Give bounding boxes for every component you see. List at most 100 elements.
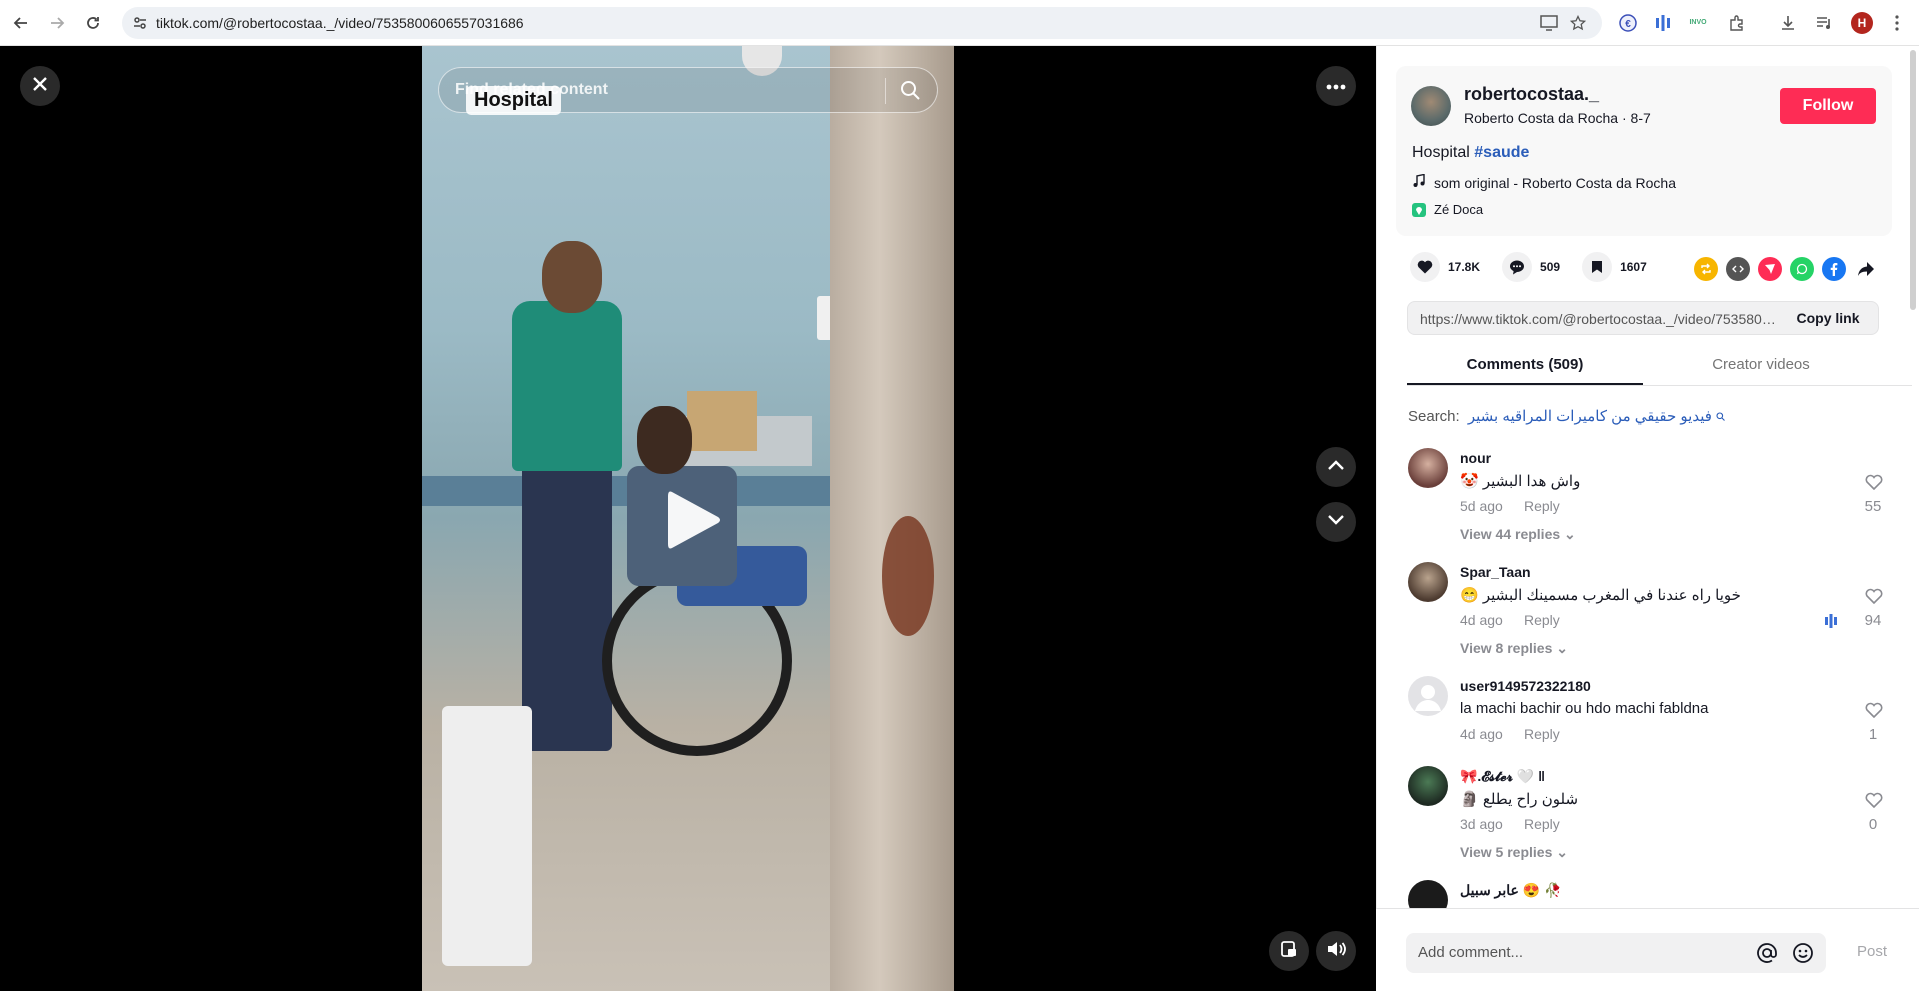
search-small-icon[interactable] — [1716, 408, 1725, 425]
door-stain — [882, 516, 934, 636]
play-icon[interactable] — [664, 488, 722, 557]
view-replies-label[interactable]: View 8 replies — [1460, 640, 1552, 656]
embed-icon[interactable] — [1726, 257, 1750, 281]
suggested-search: Search: فيديو حقيقي من كاميرات المراقيه … — [1408, 407, 1725, 425]
avatar[interactable] — [1408, 448, 1448, 488]
browser-menu-icon[interactable] — [1886, 12, 1908, 34]
avatar[interactable] — [1408, 676, 1448, 716]
next-video-button[interactable] — [1316, 502, 1356, 542]
tab-creator-videos[interactable]: Creator videos — [1643, 356, 1879, 373]
comment-username[interactable]: nour — [1460, 450, 1491, 466]
panel-scrollbar[interactable] — [1910, 50, 1916, 310]
downloads-icon[interactable] — [1777, 12, 1799, 34]
facebook-icon[interactable] — [1822, 257, 1846, 281]
follow-button[interactable]: Follow — [1780, 88, 1876, 124]
extension-audio-icon[interactable] — [1652, 12, 1674, 34]
hashtag-link[interactable]: #saude — [1474, 144, 1529, 161]
site-settings-icon[interactable] — [132, 15, 148, 36]
avatar[interactable] — [1408, 880, 1448, 908]
comment-list[interactable]: nour 🤡 واش هدا البشير 5d ago Reply View … — [1376, 440, 1906, 908]
volume-button[interactable] — [1316, 931, 1356, 971]
comment-username[interactable]: 🎀.𝓔𝓼𝓽𝓮𝓻 🤍 ‖ — [1460, 768, 1545, 785]
close-icon — [32, 76, 48, 97]
reply-button[interactable]: Reply — [1524, 816, 1560, 832]
avatar[interactable] — [1408, 562, 1448, 602]
author-handle[interactable]: robertocostaa._ — [1464, 84, 1599, 105]
music-title[interactable]: som original - Roberto Costa da Rocha — [1434, 175, 1676, 191]
more-options-button[interactable] — [1316, 66, 1356, 106]
close-video-button[interactable] — [20, 66, 60, 106]
heart-icon[interactable] — [1410, 252, 1440, 282]
profile-avatar[interactable]: H — [1851, 12, 1873, 34]
reply-button[interactable]: Reply — [1524, 726, 1560, 742]
comment-time: 5d ago — [1460, 498, 1503, 514]
picture-in-picture-button[interactable] — [1269, 931, 1309, 971]
share-link-box: https://www.tiktok.com/@robertocostaa._/… — [1407, 301, 1879, 335]
address-bar[interactable]: tiktok.com/@robertocostaa._/video/753580… — [122, 7, 1602, 39]
install-app-icon[interactable] — [1540, 15, 1558, 36]
extension-invo-icon[interactable]: INVO — [1687, 12, 1709, 34]
bookmark-star-icon[interactable] — [1569, 14, 1587, 36]
avatar[interactable] — [1408, 766, 1448, 806]
chevron-down-icon — [1327, 513, 1345, 531]
share-link-url[interactable]: https://www.tiktok.com/@robertocostaa._/… — [1420, 311, 1780, 327]
audio-wave-icon[interactable] — [1822, 612, 1840, 635]
comment-placeholder[interactable]: Add comment... — [1418, 944, 1523, 961]
location-tag[interactable]: Zé Doca — [1412, 202, 1483, 217]
comment-time: 4d ago — [1460, 612, 1503, 628]
reload-button[interactable] — [80, 10, 106, 36]
chevron-down-icon: ⌄ — [1564, 526, 1576, 542]
previous-video-button[interactable] — [1316, 447, 1356, 487]
reply-button[interactable]: Reply — [1524, 498, 1560, 514]
suggested-search-query[interactable]: فيديو حقيقي من كاميرات المراقيه بشير — [1468, 408, 1712, 425]
comment-heart-icon[interactable] — [1863, 588, 1885, 609]
share-arrow-icon[interactable] — [1854, 257, 1878, 281]
extension-shield-icon[interactable]: € — [1617, 12, 1639, 34]
comment-item: Spar_Taan 😁 خويا راه عندنا في المغرب مسم… — [1408, 554, 1888, 664]
view-replies-button[interactable]: View 5 replies ⌄ — [1460, 844, 1568, 861]
like-stat[interactable]: 17.8K — [1410, 252, 1480, 282]
tab-comments[interactable]: Comments (509) — [1407, 356, 1643, 373]
comment-stat[interactable]: 509 — [1502, 252, 1560, 282]
svg-text:€: € — [1625, 19, 1631, 30]
comment-username[interactable]: user9149572322180 — [1460, 678, 1591, 694]
forward-button[interactable] — [44, 10, 70, 36]
author-avatar[interactable] — [1411, 86, 1451, 126]
comment-like-count: 55 — [1864, 498, 1882, 515]
comment-text: 😁 خويا راه عندنا في المغرب مسمينك البشير — [1460, 587, 1741, 604]
comment-heart-icon[interactable] — [1863, 792, 1885, 813]
comment-heart-icon[interactable] — [1863, 474, 1885, 495]
emoji-icon[interactable] — [1792, 942, 1814, 969]
media-controls-icon[interactable] — [1813, 12, 1835, 34]
whatsapp-icon[interactable] — [1790, 257, 1814, 281]
send-to-friends-icon[interactable] — [1758, 257, 1782, 281]
comment-username[interactable]: عابر سبيل 😍 🥀 — [1460, 882, 1562, 899]
view-replies-button[interactable]: View 44 replies ⌄ — [1460, 526, 1576, 543]
reply-button[interactable]: Reply — [1524, 612, 1560, 628]
music-link[interactable]: som original - Roberto Costa da Rocha — [1412, 173, 1676, 191]
url-text[interactable]: tiktok.com/@robertocostaa._/video/753580… — [156, 15, 524, 31]
repost-icon[interactable] — [1694, 257, 1718, 281]
author-meta: Roberto Costa da Rocha · 8-7 — [1464, 110, 1651, 126]
location-name[interactable]: Zé Doca — [1434, 202, 1483, 217]
comment-composer: Add comment... Post — [1376, 908, 1919, 991]
comment-bubble-icon[interactable] — [1502, 252, 1533, 282]
comment-input[interactable]: Add comment... — [1406, 933, 1826, 973]
post-button[interactable]: Post — [1857, 943, 1887, 960]
mention-icon[interactable] — [1756, 942, 1778, 969]
copy-link-button[interactable]: Copy link — [1778, 302, 1878, 334]
chevron-up-icon — [1327, 458, 1345, 476]
comment-item: 🎀.𝓔𝓼𝓽𝓮𝓻 🤍 ‖ 🗿 شلون راح يطلع 3d ago Reply… — [1408, 758, 1888, 868]
extensions-puzzle-icon[interactable] — [1726, 12, 1748, 34]
bookmark-icon[interactable] — [1582, 252, 1613, 282]
view-replies-label[interactable]: View 44 replies — [1460, 526, 1560, 542]
panel-tabs: Comments (509) Creator videos — [1407, 352, 1912, 386]
view-replies-label[interactable]: View 5 replies — [1460, 844, 1552, 860]
back-button[interactable] — [8, 10, 34, 36]
comment-username[interactable]: Spar_Taan — [1460, 564, 1531, 580]
active-tab-indicator — [1407, 383, 1643, 385]
search-icon[interactable] — [899, 79, 921, 106]
view-replies-button[interactable]: View 8 replies ⌄ — [1460, 640, 1568, 657]
comment-heart-icon[interactable] — [1863, 702, 1885, 723]
save-stat[interactable]: 1607 — [1582, 252, 1647, 282]
